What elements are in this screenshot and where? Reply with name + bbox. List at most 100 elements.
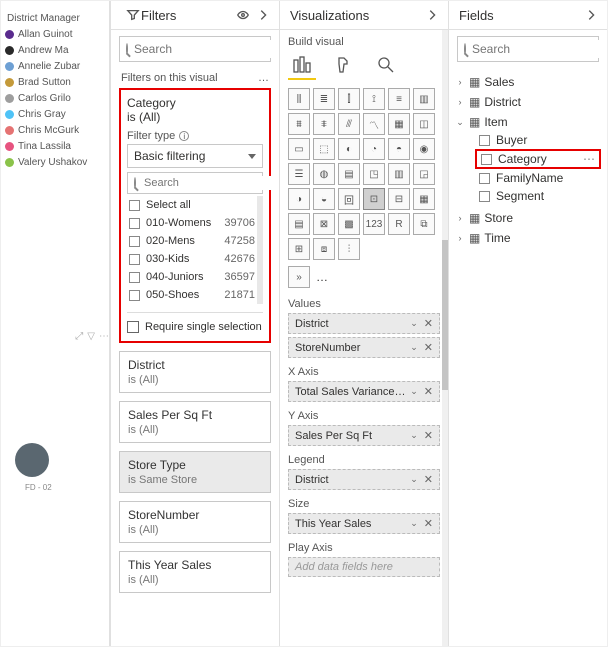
viz-type-icon[interactable]: ⊟: [388, 188, 410, 210]
more-icon[interactable]: …: [258, 72, 269, 84]
filter-values-search[interactable]: [127, 172, 263, 194]
field-item[interactable]: FamilyName: [475, 169, 601, 187]
collapse-icon[interactable]: [424, 7, 440, 23]
legend-item[interactable]: Carlos Grilo: [5, 93, 105, 104]
legend-item[interactable]: Chris Gray: [5, 109, 105, 120]
viz-type-icon[interactable]: ◐: [338, 138, 360, 160]
viz-type-icon[interactable]: ▥: [413, 88, 435, 110]
chevron-down-icon[interactable]: ⌄: [410, 342, 418, 353]
checkbox[interactable]: [129, 272, 140, 283]
format-visual-tab[interactable]: [330, 52, 358, 80]
legend-item[interactable]: Andrew Ma: [5, 45, 105, 56]
field-well-item[interactable]: Sales Per Sq Ft⌄✕: [288, 425, 440, 446]
viz-type-icon[interactable]: ☰: [288, 163, 310, 185]
viz-type-icon[interactable]: ⧈: [313, 238, 335, 260]
viz-type-icon[interactable]: ⩨: [313, 113, 335, 135]
field-well-item[interactable]: District⌄✕: [288, 313, 440, 334]
checkbox[interactable]: [479, 173, 490, 184]
require-single-selection[interactable]: Require single selection: [127, 312, 263, 333]
caret-icon[interactable]: ›: [455, 213, 465, 223]
viz-type-icon[interactable]: ⩩: [288, 113, 310, 135]
table-node[interactable]: ›▦Time: [455, 228, 601, 248]
checkbox[interactable]: [129, 236, 140, 247]
legend-item[interactable]: Brad Sutton: [5, 77, 105, 88]
chevron-down-icon[interactable]: ⌄: [410, 430, 418, 441]
viz-type-icon[interactable]: ⟟: [363, 88, 385, 110]
filter-card[interactable]: StoreNumberis (All): [119, 501, 271, 543]
table-node[interactable]: ›▦Sales: [455, 72, 601, 92]
viz-type-icon[interactable]: ◒: [313, 188, 335, 210]
field-well-item[interactable]: StoreNumber⌄✕: [288, 337, 440, 358]
caret-icon[interactable]: ⌄: [455, 117, 465, 128]
chevron-down-icon[interactable]: ⌄: [410, 318, 418, 329]
scrollbar-thumb[interactable]: [257, 196, 263, 236]
checkbox[interactable]: [129, 290, 140, 301]
table-node[interactable]: ›▦Store: [455, 208, 601, 228]
filter-value-row[interactable]: 020-Mens47258: [127, 232, 257, 250]
scrollbar[interactable]: [442, 30, 448, 646]
legend-item[interactable]: Valery Ushakov: [5, 157, 105, 168]
viz-type-icon[interactable]: ◉: [413, 138, 435, 160]
analytics-tab[interactable]: [372, 52, 400, 80]
viz-type-icon[interactable]: 回: [338, 188, 360, 210]
table-node[interactable]: ›▦District: [455, 92, 601, 112]
viz-type-icon[interactable]: 〽: [363, 113, 385, 135]
viz-type-icon[interactable]: ⊠: [313, 213, 335, 235]
filter-type-dropdown[interactable]: Basic filtering: [127, 144, 263, 168]
table-node[interactable]: ⌄▦ItemBuyerCategory⋯FamilyNameSegment: [455, 112, 601, 208]
viz-type-icon[interactable]: ◳: [363, 163, 385, 185]
viz-type-icon[interactable]: ⧉: [413, 213, 435, 235]
view-icon[interactable]: [235, 7, 251, 23]
field-well-item[interactable]: Total Sales Variance %⌄✕: [288, 381, 440, 402]
viz-type-icon[interactable]: ◓: [388, 138, 410, 160]
collapse-icon[interactable]: [583, 7, 599, 23]
legend-item[interactable]: Allan Guinot: [5, 29, 105, 40]
viz-type-icon[interactable]: ◑: [288, 188, 310, 210]
viz-type-icon[interactable]: ▦: [413, 188, 435, 210]
filter-value-row[interactable]: Select all: [127, 196, 257, 214]
scrollbar-thumb[interactable]: [442, 240, 448, 390]
category-filter-card[interactable]: Category is (All): [127, 96, 263, 124]
field-well-item[interactable]: District⌄✕: [288, 469, 440, 490]
viz-type-icon[interactable]: ⫿: [338, 88, 360, 110]
caret-icon[interactable]: ›: [455, 233, 465, 243]
filter-card[interactable]: Store Typeis Same Store: [119, 451, 271, 493]
chevron-down-icon[interactable]: ⌄: [410, 474, 418, 485]
checkbox[interactable]: [127, 321, 139, 333]
viz-type-icon[interactable]: ⫶: [338, 238, 360, 260]
filters-search-input[interactable]: [134, 40, 279, 58]
remove-icon[interactable]: ✕: [424, 341, 433, 354]
filter-card[interactable]: Districtis (All): [119, 351, 271, 393]
viz-type-icon[interactable]: ▭: [288, 138, 310, 160]
checkbox[interactable]: [129, 254, 140, 265]
viz-type-icon[interactable]: ≣: [313, 88, 335, 110]
fields-search[interactable]: [457, 36, 599, 62]
collapse-icon[interactable]: [255, 7, 271, 23]
remove-icon[interactable]: ✕: [424, 429, 433, 442]
get-more-visuals-icon[interactable]: »: [288, 266, 310, 288]
scatter-visual[interactable]: ⤢ ▽ ⋯ FD - 02 0%: [1, 331, 110, 591]
viz-type-icon[interactable]: ◍: [313, 163, 335, 185]
legend-item[interactable]: Annelie Zubar: [5, 61, 105, 72]
viz-type-icon[interactable]: ⫻: [338, 113, 360, 135]
viz-type-icon[interactable]: ▥: [388, 163, 410, 185]
caret-icon[interactable]: ›: [455, 97, 465, 107]
legend-item[interactable]: Chris McGurk: [5, 125, 105, 136]
viz-type-icon[interactable]: 123: [363, 213, 385, 235]
checkbox[interactable]: [479, 191, 490, 202]
filter-icon[interactable]: ▽: [87, 331, 95, 342]
more-icon[interactable]: …: [316, 270, 328, 284]
viz-type-icon[interactable]: ▦: [388, 113, 410, 135]
chevron-down-icon[interactable]: ⌄: [410, 386, 418, 397]
caret-icon[interactable]: ›: [455, 77, 465, 87]
viz-type-icon[interactable]: ▩: [338, 213, 360, 235]
filter-value-row[interactable]: 040-Juniors36597: [127, 268, 257, 286]
field-well-item[interactable]: This Year Sales⌄✕: [288, 513, 440, 534]
remove-icon[interactable]: ✕: [424, 473, 433, 486]
viz-type-icon[interactable]: ◫: [413, 113, 435, 135]
viz-type-icon[interactable]: ▤: [338, 163, 360, 185]
checkbox[interactable]: [129, 218, 140, 229]
remove-icon[interactable]: ✕: [424, 517, 433, 530]
focus-mode-icon[interactable]: ⤢: [75, 331, 83, 342]
viz-type-icon[interactable]: R: [388, 213, 410, 235]
